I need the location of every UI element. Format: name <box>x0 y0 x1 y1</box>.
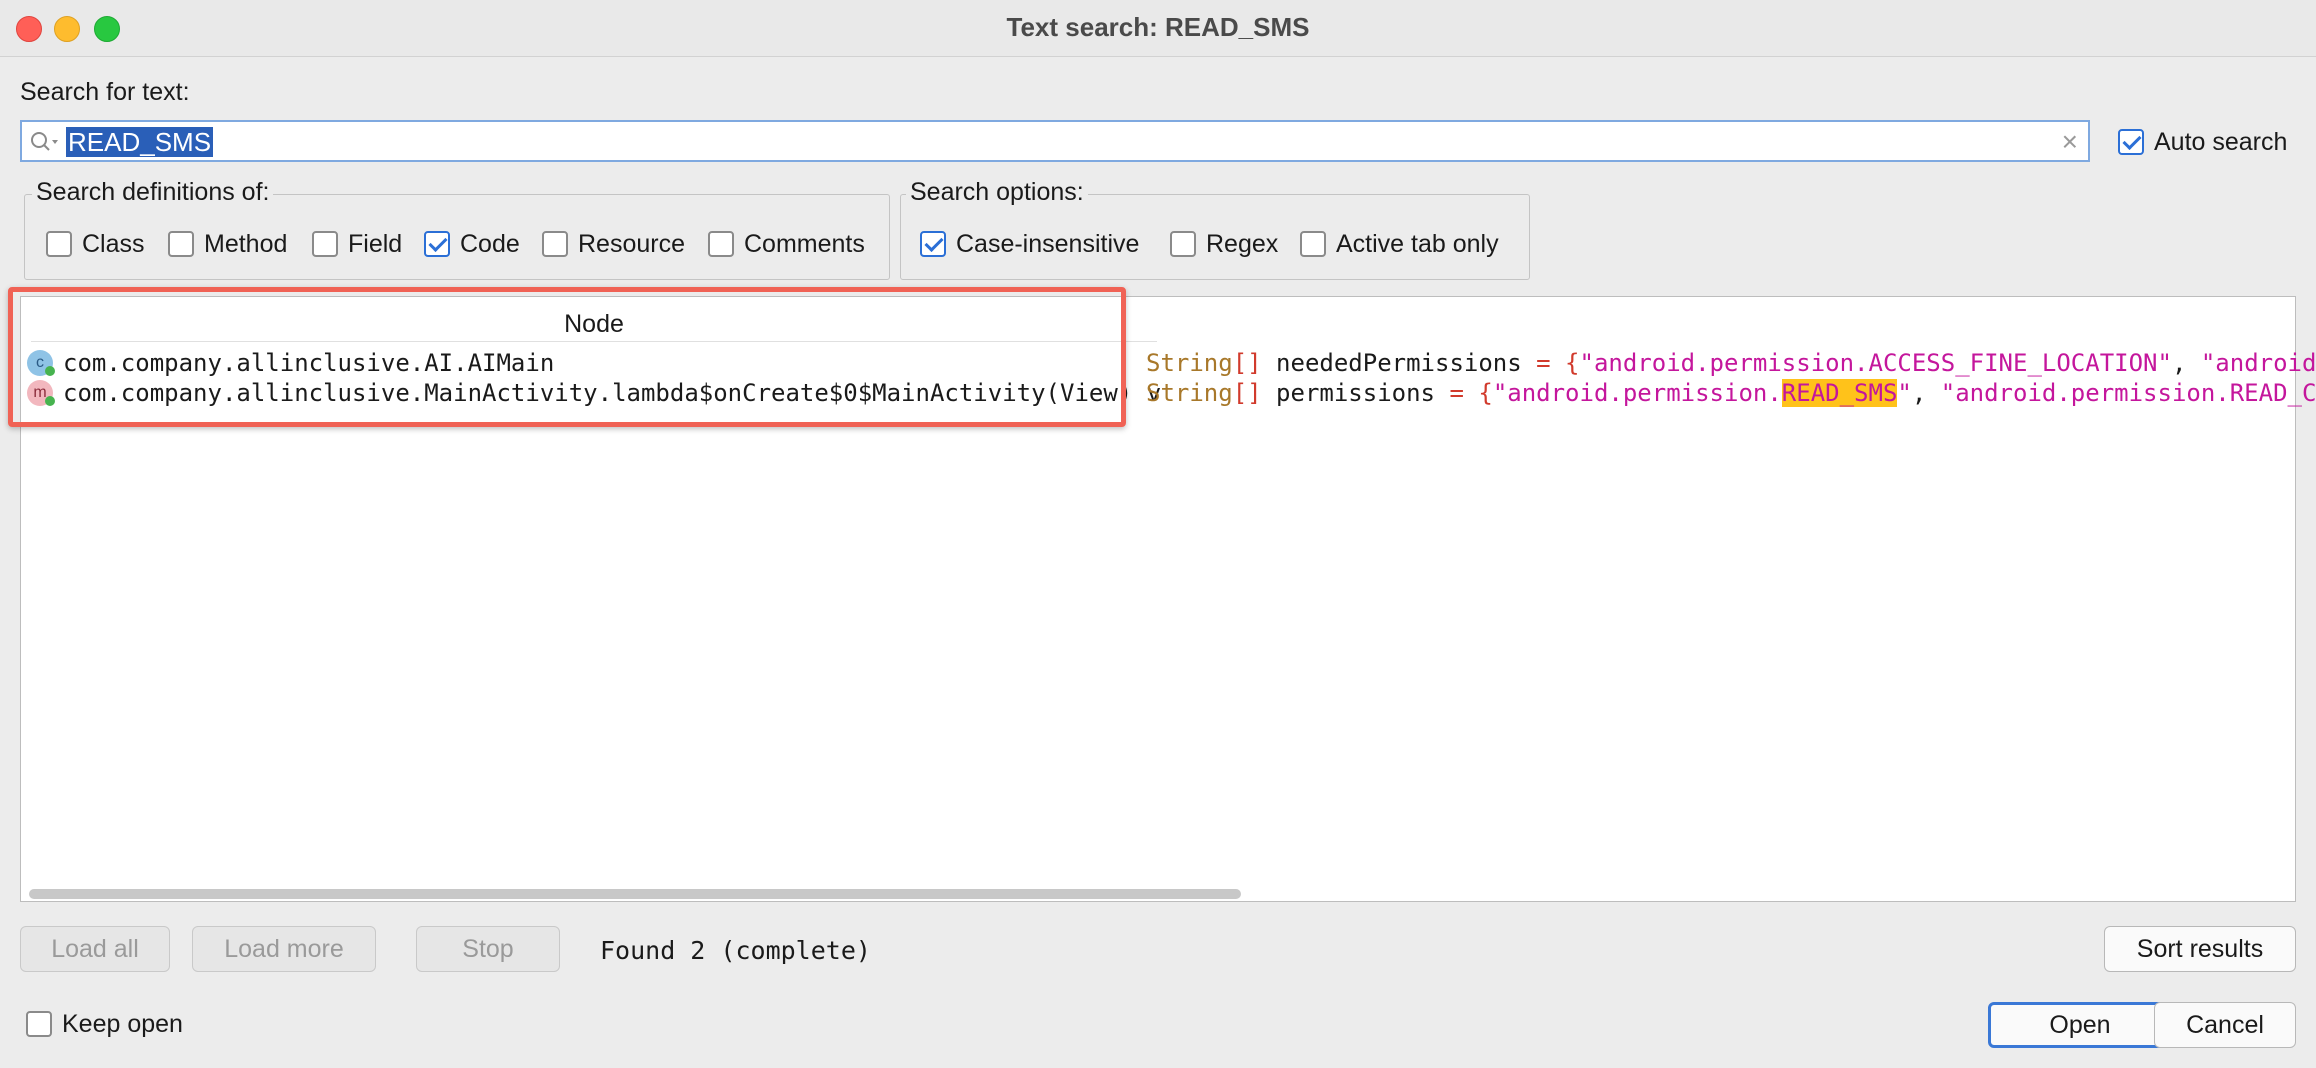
code-tail-string: "android.permission.READ_CO <box>1940 379 2316 407</box>
comments-checkbox[interactable] <box>708 231 734 257</box>
keep-open-label: Keep open <box>62 1010 183 1038</box>
code-tail: , <box>1911 379 1941 407</box>
regex-label: Regex <box>1206 230 1279 258</box>
code-brackets: [] <box>1232 349 1262 377</box>
method-checkbox[interactable] <box>168 231 194 257</box>
case-insensitive-checkbox[interactable] <box>920 231 946 257</box>
code-name: permissions <box>1261 379 1450 407</box>
open-button[interactable]: Open <box>1988 1002 2172 1048</box>
cancel-button[interactable]: Cancel <box>2154 1002 2296 1048</box>
code-snippet: String[] permissions = {"android.permiss… <box>1146 379 2316 407</box>
annotation-highlight-box <box>8 287 1126 427</box>
code-tail: , <box>2171 349 2201 377</box>
code-brackets: [] <box>1232 379 1262 407</box>
search-icon[interactable] <box>28 130 60 154</box>
code-op: = { <box>1449 379 1493 407</box>
search-input[interactable]: READ_SMS × <box>20 120 2090 162</box>
title-bar: Text search: READ_SMS <box>0 0 2316 57</box>
code-type: String <box>1146 379 1233 407</box>
regex-checkbox[interactable] <box>1170 231 1196 257</box>
field-checkbox[interactable] <box>312 231 338 257</box>
load-more-button[interactable]: Load more <box>192 926 376 972</box>
code-tail-string: "android. <box>2200 349 2316 377</box>
active-tab-only-label: Active tab only <box>1336 230 1499 258</box>
load-all-button[interactable]: Load all <box>20 926 170 972</box>
case-insensitive-label: Case-insensitive <box>956 230 1140 258</box>
code-name: neededPermissions <box>1261 349 1537 377</box>
code-type: String <box>1146 349 1233 377</box>
auto-search-checkbox[interactable] <box>2118 129 2144 155</box>
search-label: Search for text: <box>20 78 190 106</box>
code-string: "android.permission.ACCESS_FINE_LOCATION… <box>1579 349 2172 377</box>
field-label: Field <box>348 230 403 258</box>
method-label: Method <box>204 230 288 258</box>
code-checkbox[interactable] <box>424 231 450 257</box>
status-text: Found 2 (complete) <box>600 936 871 965</box>
sort-results-button[interactable]: Sort results <box>2104 926 2296 972</box>
resource-checkbox[interactable] <box>542 231 568 257</box>
active-tab-only-checkbox[interactable] <box>1300 231 1326 257</box>
search-value[interactable]: READ_SMS <box>66 127 214 157</box>
code-snippet: String[] neededPermissions = {"android.p… <box>1146 349 2316 377</box>
stop-button[interactable]: Stop <box>416 926 560 972</box>
code-label: Code <box>460 230 520 258</box>
code-string: "android.permission. <box>1492 379 1782 407</box>
match-highlight: READ_SMS <box>1781 379 1898 407</box>
horizontal-scrollbar[interactable] <box>29 889 1241 899</box>
comments-label: Comments <box>744 230 865 258</box>
search-definitions-title: Search definitions of: <box>32 178 274 207</box>
window-title: Text search: READ_SMS <box>1006 12 1310 42</box>
class-label: Class <box>82 230 145 258</box>
code-string-end: " <box>1897 379 1912 407</box>
resource-label: Resource <box>578 230 685 258</box>
auto-search-label: Auto search <box>2154 128 2288 156</box>
class-checkbox[interactable] <box>46 231 72 257</box>
search-options-title: Search options: <box>906 178 1088 207</box>
code-op: = { <box>1536 349 1580 377</box>
keep-open-checkbox[interactable] <box>26 1011 52 1037</box>
clear-icon[interactable]: × <box>2062 126 2078 158</box>
